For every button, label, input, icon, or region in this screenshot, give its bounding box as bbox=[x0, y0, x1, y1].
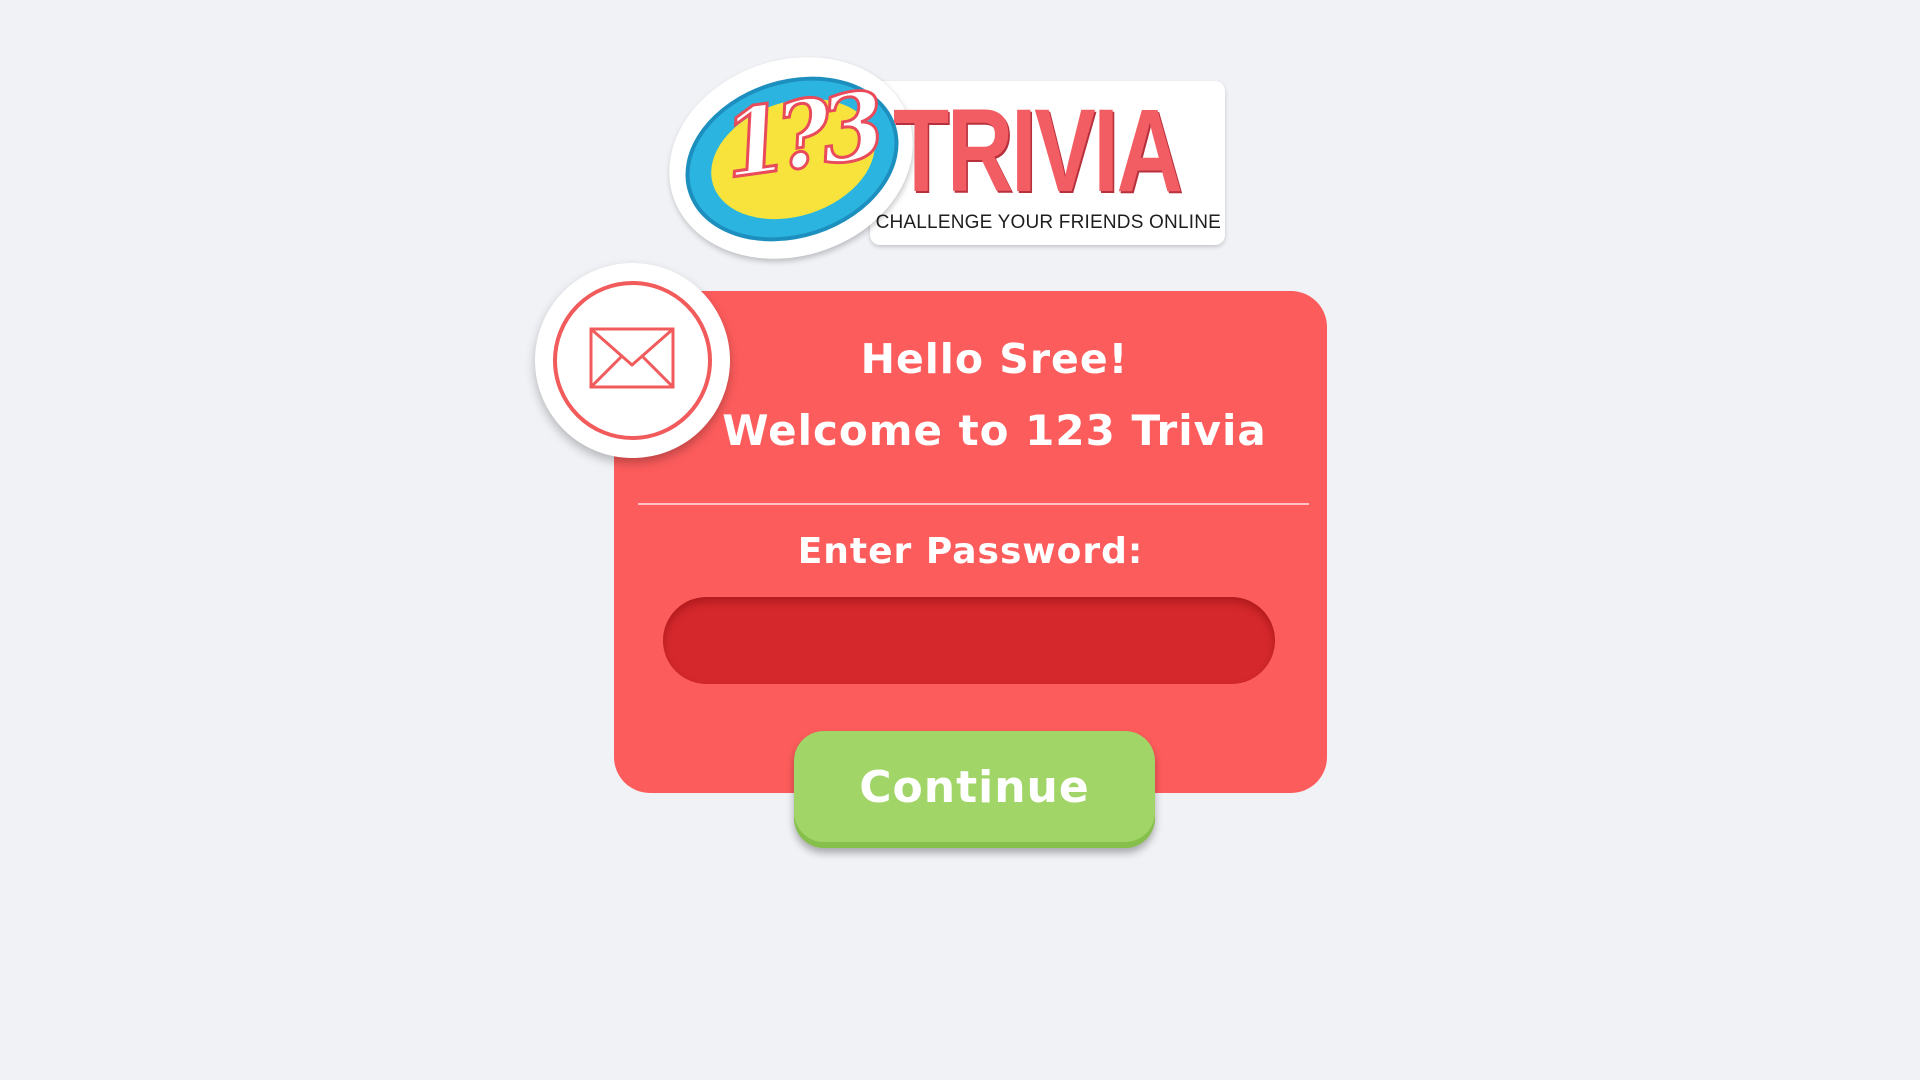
mail-icon bbox=[589, 327, 675, 389]
password-label: Enter Password: bbox=[797, 531, 1144, 572]
app-logo: 1?3 TRIVIA CHALLENGE YOUR FRIENDS ONLINE bbox=[642, 26, 1230, 290]
welcome-text: Welcome to 123 Trivia bbox=[722, 406, 1267, 455]
logo-numbers: 1?3 bbox=[715, 70, 883, 201]
mail-badge bbox=[535, 263, 730, 458]
logo-tagline: CHALLENGE YOUR FRIENDS ONLINE bbox=[875, 212, 1221, 233]
logo-wordmark: TRIVIA bbox=[893, 85, 1183, 217]
card-divider bbox=[638, 503, 1309, 505]
password-input[interactable] bbox=[663, 597, 1275, 684]
continue-button[interactable]: Continue bbox=[794, 731, 1155, 848]
